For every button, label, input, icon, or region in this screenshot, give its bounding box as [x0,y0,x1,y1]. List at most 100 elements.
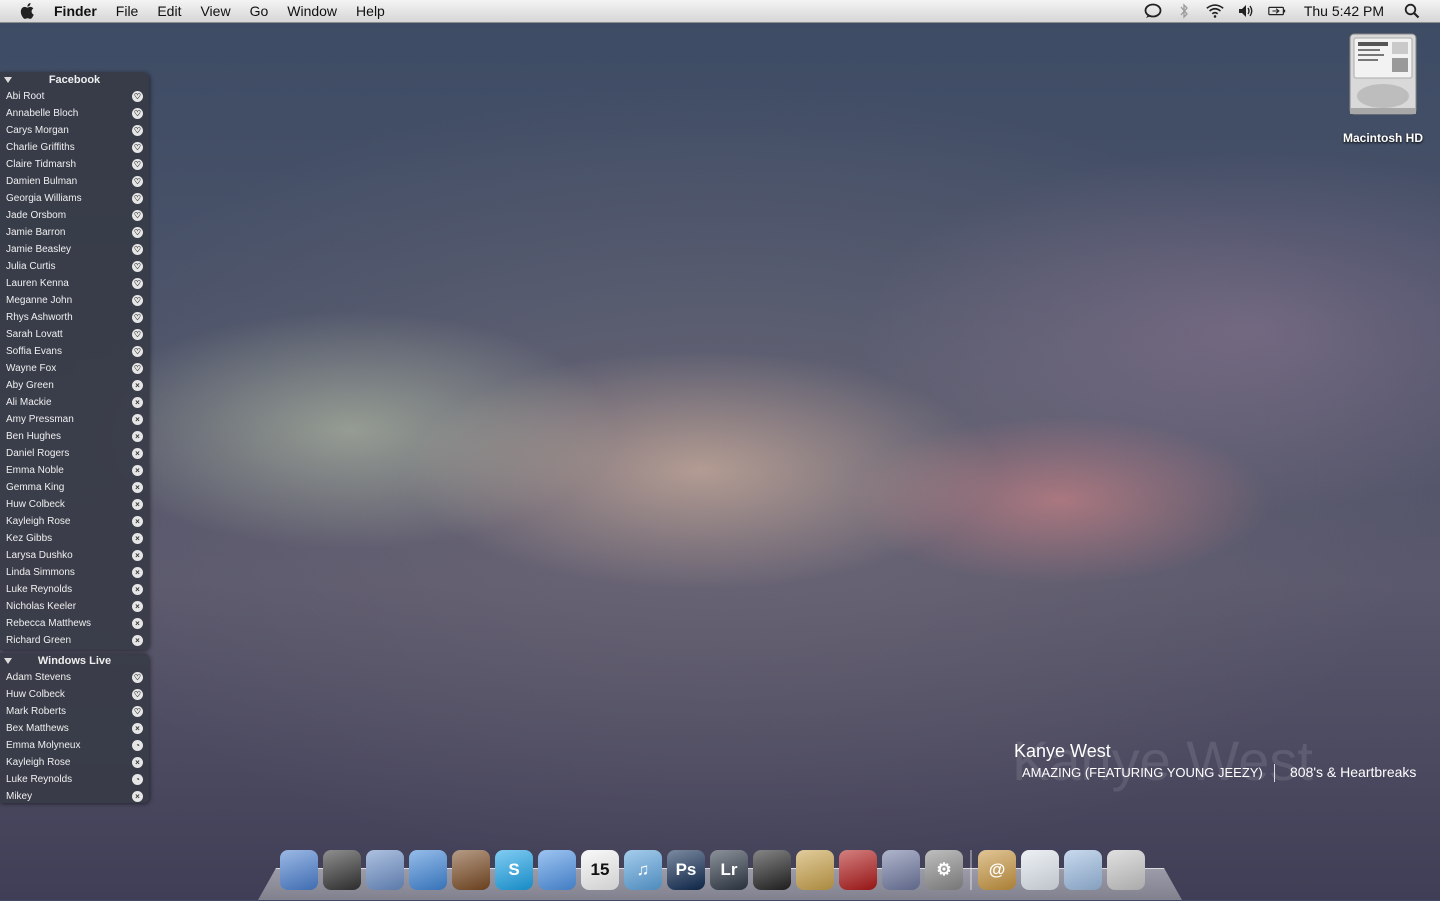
contact-row[interactable]: Rebecca Matthews × [0,615,149,632]
contact-row[interactable]: Jamie Beasley ♡ [0,241,149,258]
status-offline-icon: × [132,723,143,734]
menu-help[interactable]: Help [356,3,385,19]
chat-bubble-icon[interactable] [1143,3,1163,19]
contact-row[interactable]: Larysa Dushko × [0,547,149,564]
contact-name: Bex Matthews [6,723,69,734]
contact-row[interactable]: Wayne Fox ♡ [0,360,149,377]
now-playing-album: 808's & Heartbreaks [1290,764,1417,780]
contact-name: Jade Orsbom [6,210,67,221]
lightroom-icon[interactable]: Lr [710,850,748,890]
contact-row[interactable]: Julia Curtis ♡ [0,258,149,275]
contact-row[interactable]: Rhys Ashworth ♡ [0,309,149,326]
contact-name: Kez Gibbs [6,533,53,544]
contact-row[interactable]: Linda Simmons × [0,564,149,581]
domo-icon[interactable] [452,850,490,890]
menu-go[interactable]: Go [250,3,269,19]
dashboard-icon[interactable] [323,850,361,890]
contact-row[interactable]: Emma Molyneux ◔ [0,737,149,754]
ichat-icon[interactable] [538,850,576,890]
contact-row[interactable]: Mikey × [0,788,149,805]
contact-name: Ali Mackie [6,397,52,408]
volume-icon[interactable] [1236,3,1256,19]
mail-icon[interactable] [366,850,404,890]
contact-row[interactable]: Sarah Lovatt ♡ [0,326,149,343]
contact-row[interactable]: Nicholas Keeler × [0,598,149,615]
status-offline-icon: × [132,618,143,629]
contact-name: Kayleigh Rose [6,516,71,527]
status-offline-icon: × [132,397,143,408]
skype-icon[interactable]: S [495,850,533,890]
ical-icon[interactable]: 15 [581,850,619,890]
contact-row[interactable]: Aby Green × [0,377,149,394]
contact-row[interactable]: Ben Hughes × [0,428,149,445]
photoshop-icon[interactable]: Ps [667,850,705,890]
contact-row[interactable]: Lauren Kenna ♡ [0,275,149,292]
bluetooth-icon[interactable] [1174,3,1194,19]
macintosh-hd[interactable]: Macintosh HD [1332,32,1434,145]
spotlight-search-icon[interactable] [1402,3,1422,19]
status-online-icon: ♡ [132,672,143,683]
contact-row[interactable]: Charlie Griffiths ♡ [0,139,149,156]
contact-row[interactable]: Soffia Evans ♡ [0,343,149,360]
windows-live-title: Windows Live [37,655,112,667]
wifi-icon[interactable] [1205,3,1225,19]
safari-icon[interactable] [409,850,447,890]
contact-row[interactable]: Huw Colbeck × [0,496,149,513]
contact-name: Damien Bulman [6,176,78,187]
contact-row[interactable]: Jade Orsbom ♡ [0,207,149,224]
contact-row[interactable]: Georgia Williams ♡ [0,190,149,207]
contact-row[interactable]: Gemma King × [0,479,149,496]
disclosure-triangle-icon[interactable] [4,77,12,83]
now-playing-artist: Kanye West [1014,741,1111,761]
contact-row[interactable]: Kayleigh Rose × [0,513,149,530]
contact-row[interactable]: Luke Reynolds ◔ [0,771,149,788]
contact-row[interactable]: Adam Stevens ♡ [0,669,149,686]
documents-stack-icon[interactable] [1021,850,1059,890]
contact-row[interactable]: Meganne John ♡ [0,292,149,309]
aperture-icon[interactable] [753,850,791,890]
system-preferences-icon[interactable]: ⚙ [925,850,963,890]
menu-file[interactable]: File [116,3,139,19]
contact-row[interactable]: Amy Pressman × [0,411,149,428]
automator-icon[interactable] [882,850,920,890]
menu-finder[interactable]: Finder [54,3,97,19]
trash-icon[interactable] [1107,850,1145,890]
menu-window[interactable]: Window [287,3,337,19]
status-offline-icon: × [132,567,143,578]
front-row-icon[interactable] [839,850,877,890]
contact-row[interactable]: Annabelle Bloch ♡ [0,105,149,122]
contact-row[interactable]: Daniel Rogers × [0,445,149,462]
facebook-header[interactable]: Facebook [0,72,149,88]
contact-row[interactable]: Jamie Barron ♡ [0,224,149,241]
contact-row[interactable]: Kez Gibbs × [0,530,149,547]
address-book-icon[interactable]: @ [978,850,1016,890]
contact-name: Huw Colbeck [6,689,65,700]
finder-icon[interactable] [280,850,318,890]
downloads-folder-icon[interactable] [1064,850,1102,890]
disclosure-triangle-icon[interactable] [4,658,12,664]
contact-row[interactable]: Luke Reynolds × [0,581,149,598]
contact-row[interactable]: Damien Bulman ♡ [0,173,149,190]
windows-live-header[interactable]: Windows Live [0,653,149,669]
status-away-icon: ◔ [132,774,143,785]
contact-row[interactable]: Richard Green × [0,632,149,649]
contact-row[interactable]: Kayleigh Rose × [0,754,149,771]
iphoto-icon[interactable] [796,850,834,890]
contact-name: Adam Stevens [6,672,72,683]
contact-name: Georgia Williams [6,193,82,204]
contact-row[interactable]: Carys Morgan ♡ [0,122,149,139]
battery-icon[interactable] [1267,3,1287,19]
menu-view[interactable]: View [200,3,230,19]
itunes-icon[interactable]: ♫ [624,850,662,890]
menu-edit[interactable]: Edit [157,3,181,19]
apple-menu-icon[interactable] [18,1,38,21]
contact-row[interactable]: Emma Noble × [0,462,149,479]
contact-row[interactable]: Bex Matthews × [0,720,149,737]
contact-row[interactable]: Claire Tidmarsh ♡ [0,156,149,173]
contact-row[interactable]: Mark Roberts ♡ [0,703,149,720]
contact-row[interactable]: Huw Colbeck ♡ [0,686,149,703]
status-online-icon: ♡ [132,363,143,374]
contact-row[interactable]: Abi Root ♡ [0,88,149,105]
contact-row[interactable]: Ali Mackie × [0,394,149,411]
menubar-clock[interactable]: Thu 5:42 PM [1304,3,1384,19]
